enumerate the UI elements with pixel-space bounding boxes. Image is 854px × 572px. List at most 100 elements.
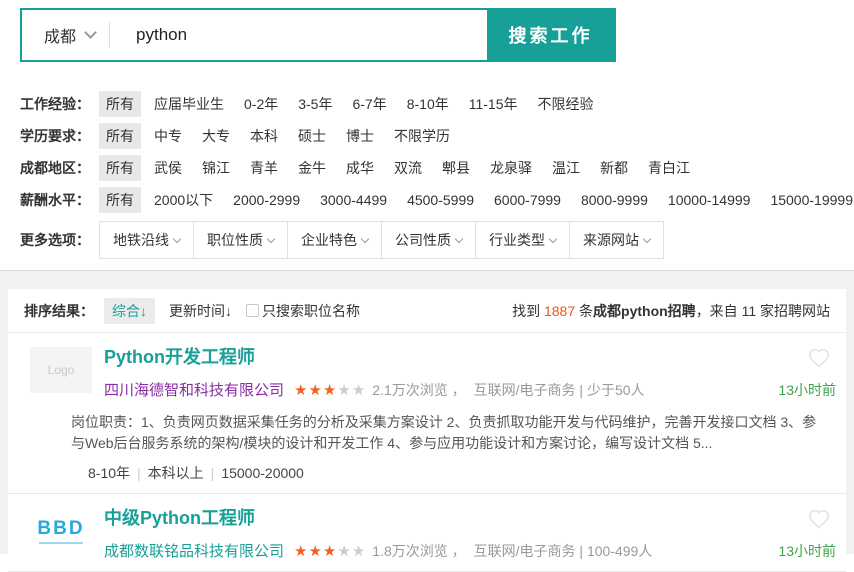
filter-label-salary: 薪酬水平： <box>20 190 99 210</box>
dropdown-2[interactable]: 企业特色 <box>288 222 382 258</box>
filter-option-education[interactable]: 不限学历 <box>387 123 457 149</box>
job-title-link[interactable]: 中级Python工程师 <box>104 508 838 528</box>
job-card-header: BBD中级Python工程师成都数联铭品科技有限公司★★★★★1.8万次浏览 ，… <box>30 508 838 561</box>
job-search-bar: 成都 搜索工作 <box>20 8 616 62</box>
filter-option-salary[interactable]: 10000-14999 <box>661 189 758 211</box>
sort-label: 排序结果： <box>24 301 94 321</box>
filter-option-district[interactable]: 武侯 <box>147 155 189 181</box>
star-icon: ★ <box>308 543 322 560</box>
result-count-query: 成都python招聘 <box>593 303 696 319</box>
filter-option-district[interactable]: 新都 <box>593 155 635 181</box>
dropdown-1[interactable]: 职位性质 <box>194 222 288 258</box>
filter-option-salary[interactable]: 6000-7999 <box>487 189 568 211</box>
filter-option-district[interactable]: 青羊 <box>243 155 285 181</box>
dropdown-4[interactable]: 行业类型 <box>476 222 570 258</box>
filter-option-experience[interactable]: 0-2年 <box>237 91 285 117</box>
title-only-checkbox-label[interactable]: 只搜索职位名称 <box>262 301 360 321</box>
filter-option-education[interactable]: 本科 <box>243 123 285 149</box>
filter-option-salary[interactable]: 4500-5999 <box>400 189 481 211</box>
job-list: LogoPython开发工程师四川海德智和科技有限公司★★★★★2.1万次浏览 … <box>8 333 846 572</box>
posted-time: 13小时前 <box>778 541 838 561</box>
sort-bar: 排序结果： 综合↓ 更新时间↓ 只搜索职位名称 找到 1887 条成都pytho… <box>8 289 846 333</box>
filter-option-experience[interactable]: 所有 <box>99 91 141 117</box>
company-link[interactable]: 四川海德智和科技有限公司 <box>104 379 284 400</box>
chevron-down-icon <box>173 234 181 242</box>
star-icon: ★ <box>337 382 351 399</box>
posted-time: 13小时前 <box>778 380 838 400</box>
job-card-main: Python开发工程师四川海德智和科技有限公司★★★★★2.1万次浏览 ，互联网… <box>104 347 838 400</box>
sort-option-update-time[interactable]: 更新时间↓ <box>169 301 232 321</box>
filter-option-salary[interactable]: 所有 <box>99 187 141 213</box>
filter-option-district[interactable]: 郫县 <box>435 155 477 181</box>
filter-option-experience[interactable]: 6-7年 <box>345 91 393 117</box>
filter-option-education[interactable]: 硕士 <box>291 123 333 149</box>
job-title-link[interactable]: Python开发工程师 <box>104 347 838 367</box>
more-options-label: 更多选项： <box>20 230 99 250</box>
filter-option-district[interactable]: 锦江 <box>195 155 237 181</box>
title-only-checkbox[interactable] <box>246 304 259 317</box>
filter-option-salary[interactable]: 2000-2999 <box>226 189 307 211</box>
filter-option-district[interactable]: 温江 <box>545 155 587 181</box>
filter-option-salary[interactable]: 2000以下 <box>147 187 220 213</box>
dropdown-label: 公司性质 <box>395 230 451 250</box>
filter-option-district[interactable]: 成华 <box>339 155 381 181</box>
chevron-down-icon <box>84 26 97 39</box>
filter-option-experience[interactable]: 8-10年 <box>400 91 456 117</box>
company-logo-bar <box>39 542 83 544</box>
job-card[interactable]: BBD中级Python工程师成都数联铭品科技有限公司★★★★★1.8万次浏览 ，… <box>8 494 846 572</box>
filter-option-salary[interactable]: 8000-9999 <box>574 189 655 211</box>
star-icon: ★ <box>308 382 322 399</box>
filter-option-district[interactable]: 龙泉驿 <box>483 155 539 181</box>
filter-option-experience[interactable]: 3-5年 <box>291 91 339 117</box>
star-rating: ★★★★★ <box>294 381 366 399</box>
filter-row-salary: 薪酬水平：所有2000以下 2000-2999 3000-4499 4500-5999… <box>20 184 854 216</box>
city-selector[interactable]: 成都 <box>22 10 109 60</box>
chevron-down-icon <box>455 234 463 242</box>
filter-option-experience[interactable]: 不限经验 <box>531 91 601 117</box>
filter-row-district: 成都地区：所有武侯锦江青羊金牛成华双流郫县龙泉驿温江新都青白江 <box>20 152 854 184</box>
dropdown-label: 企业特色 <box>301 230 357 250</box>
search-jobs-button[interactable]: 搜索工作 <box>487 10 614 60</box>
job-card[interactable]: LogoPython开发工程师四川海德智和科技有限公司★★★★★2.1万次浏览 … <box>8 333 846 494</box>
filter-option-district[interactable]: 金牛 <box>291 155 333 181</box>
results-area: 排序结果： 综合↓ 更新时间↓ 只搜索职位名称 找到 1887 条成都pytho… <box>0 289 854 554</box>
filter-option-district[interactable]: 青白江 <box>641 155 697 181</box>
filter-option-education[interactable]: 博士 <box>339 123 381 149</box>
filter-option-district[interactable]: 所有 <box>99 155 141 181</box>
chevron-down-icon <box>267 234 275 242</box>
filter-option-salary[interactable]: 15000-19999 <box>763 189 854 211</box>
filter-option-education[interactable]: 所有 <box>99 123 141 149</box>
dropdown-label: 行业类型 <box>489 230 545 250</box>
dropdown-label: 职位性质 <box>207 230 263 250</box>
chevron-down-icon <box>549 234 557 242</box>
dropdown-5[interactable]: 来源网站 <box>570 222 663 258</box>
favorite-heart-icon[interactable] <box>808 347 830 369</box>
dropdown-label: 来源网站 <box>583 230 639 250</box>
favorite-heart-icon[interactable] <box>808 508 830 530</box>
filter-option-experience[interactable]: 应届毕业生 <box>147 91 231 117</box>
company-link[interactable]: 成都数联铭品科技有限公司 <box>104 540 284 561</box>
filter-option-experience[interactable]: 11-15年 <box>462 91 525 117</box>
filter-option-education[interactable]: 大专 <box>195 123 237 149</box>
job-requirement: 15000-20000 <box>221 465 304 481</box>
job-requirements: 8-10年|本科以上|15000-20000 <box>88 463 838 483</box>
more-options-dropdowns: 地铁沿线职位性质 企业特色 公司性质 行业类型 来源网站 <box>99 221 664 259</box>
chevron-down-icon <box>361 234 369 242</box>
sort-option-comprehensive[interactable]: 综合↓ <box>104 298 155 324</box>
filter-option-salary[interactable]: 3000-4499 <box>313 189 394 211</box>
star-icon: ★ <box>352 382 366 399</box>
tag-separator: | <box>137 465 141 481</box>
filter-row-experience: 工作经验：所有应届毕业生0-2年3-5年6-7年8-10年11-15年不限经验 <box>20 88 854 120</box>
result-count-text: 找到 1887 条成都python招聘，来自 11 家招聘网站 <box>512 301 830 321</box>
filter-option-district[interactable]: 双流 <box>387 155 429 181</box>
dropdown-0[interactable]: 地铁沿线 <box>100 222 194 258</box>
more-options-row: 更多选项： 地铁沿线职位性质 企业特色 公司性质 行业类型 来源网站 <box>20 221 854 259</box>
chevron-down-icon <box>643 234 651 242</box>
filter-label-district: 成都地区： <box>20 158 99 178</box>
industry-size: 互联网/电子商务 | 100-499人 <box>474 541 653 561</box>
industry-size: 互联网/电子商务 | 少于50人 <box>474 380 645 400</box>
dropdown-3[interactable]: 公司性质 <box>382 222 476 258</box>
search-input[interactable] <box>110 10 487 60</box>
filter-option-education[interactable]: 中专 <box>147 123 189 149</box>
view-count: 1.8万次浏览 ， <box>372 541 465 561</box>
